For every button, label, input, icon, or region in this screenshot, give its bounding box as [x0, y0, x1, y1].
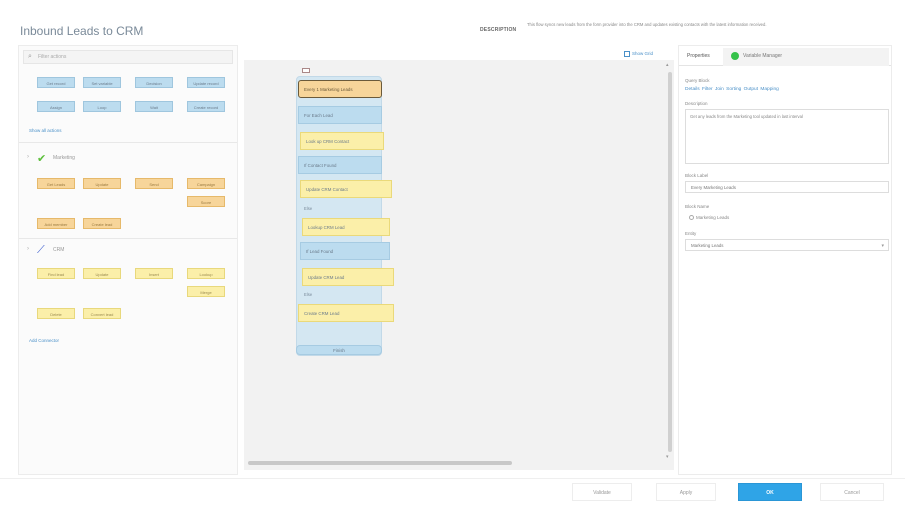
palette-chip[interactable]: Insert — [135, 268, 173, 279]
branch-label: Else — [304, 292, 313, 297]
show-grid-toggle[interactable]: Show Grid — [624, 51, 653, 57]
description-field-label: Description — [685, 101, 708, 106]
flow-node[interactable]: If Lead Found — [300, 242, 390, 260]
palette-chip[interactable]: Lookup — [187, 268, 225, 279]
palette-chip[interactable]: Wait — [135, 101, 173, 112]
chevron-down-icon: ▾ — [881, 243, 884, 249]
palette-chip[interactable]: Find lead — [37, 268, 75, 279]
query-links[interactable]: Details Filter Join Sorting Output Mappi… — [685, 87, 779, 92]
palette-chip[interactable]: Add member — [37, 218, 75, 229]
palette-chip[interactable]: Get Leads — [37, 178, 75, 189]
flow-node[interactable]: Lookup CRM Lead — [302, 218, 390, 236]
tab-properties[interactable]: Properties — [687, 53, 710, 59]
header-bar: Inbound Leads to CRM DESCRIPTION This fl… — [0, 0, 905, 42]
palette-chip[interactable]: Assign — [37, 101, 75, 112]
palette-search[interactable]: ⌕ Filter actions — [23, 50, 233, 64]
cancel-button[interactable]: Cancel — [820, 483, 884, 501]
properties-panel: Properties Variable Manager Query Block … — [678, 45, 892, 475]
radio-icon — [689, 215, 694, 221]
palette-chip[interactable]: Campaign — [187, 178, 225, 189]
checkbox-icon — [624, 51, 630, 57]
flow-node[interactable]: Create CRM Lead — [298, 304, 394, 322]
entity-label: Entity — [685, 231, 697, 236]
palette-chip[interactable]: Loop — [83, 101, 121, 112]
flow-node[interactable]: If Contact Found — [298, 156, 382, 174]
tab-variable-manager[interactable]: Variable Manager — [743, 53, 782, 59]
palette-chip[interactable]: Update — [83, 178, 121, 189]
wand-icon: ⟋ — [37, 244, 45, 256]
palette-chip[interactable]: Get record — [37, 77, 75, 88]
canvas-horizontal-scrollbar[interactable] — [248, 461, 512, 465]
ok-button[interactable]: OK — [738, 483, 802, 501]
start-marker — [302, 68, 310, 73]
palette-chip[interactable]: Score — [187, 196, 225, 207]
flow-node[interactable]: For Each Lead — [298, 106, 382, 124]
panel-tabs: Properties Variable Manager — [679, 46, 891, 66]
flow-node[interactable]: Look up CRM Contact — [300, 132, 384, 150]
scroll-up-icon[interactable]: ▴ — [666, 62, 669, 68]
palette-chip[interactable]: Create lead — [83, 218, 121, 229]
flow-title: Inbound Leads to CRM — [20, 24, 144, 38]
scroll-down-icon[interactable]: ▾ — [666, 454, 669, 460]
entity-select[interactable]: Marketing Leads ▾ — [685, 239, 889, 251]
palette-chip[interactable]: Create record — [187, 101, 225, 112]
entity-value: Marketing Leads — [691, 243, 724, 248]
block-name-radio[interactable]: Marketing Leads — [689, 215, 730, 221]
query-block-label: Query Block — [685, 78, 710, 83]
palette-chip[interactable]: Update record — [187, 77, 225, 88]
palette-chip[interactable]: Delete — [37, 308, 75, 319]
show-grid-label: Show Grid — [632, 51, 654, 57]
block-name-radio-label: Marketing Leads — [696, 215, 730, 220]
palette-chip[interactable]: Send — [135, 178, 173, 189]
add-connector-link[interactable]: Add Connector — [29, 338, 59, 343]
validate-button[interactable]: Validate — [572, 483, 632, 501]
divider — [19, 142, 237, 143]
group-header-marketing[interactable]: › ✔ Marketing — [25, 150, 235, 166]
divider — [19, 238, 237, 239]
block-label-input[interactable]: Every Marketing Leads — [685, 181, 889, 193]
description-label: DESCRIPTION — [480, 27, 517, 33]
status-dot-icon — [731, 52, 739, 60]
palette-chip[interactable]: Convert lead — [83, 308, 121, 319]
apply-button[interactable]: Apply — [656, 483, 716, 501]
flow-finish[interactable]: Finish — [296, 345, 382, 355]
canvas-vertical-scrollbar[interactable] — [668, 72, 672, 452]
description-text[interactable]: This flow syncs new leads from the form … — [527, 22, 837, 28]
palette-chip[interactable]: Set variable — [83, 77, 121, 88]
show-all-actions-link[interactable]: Show all actions — [29, 128, 62, 133]
block-label-label: Block Label — [685, 173, 709, 178]
search-icon: ⌕ — [28, 53, 32, 60]
flow-node[interactable]: Update CRM Lead — [302, 268, 394, 286]
group-name: CRM — [53, 247, 65, 253]
chevron-down-icon: › — [27, 246, 29, 252]
group-header-crm[interactable]: › ⟋ CRM — [25, 242, 235, 258]
action-palette: ⌕ Filter actions Get record Set variable… — [18, 45, 238, 475]
palette-chip[interactable]: Update — [83, 268, 121, 279]
description-textarea[interactable]: Get any leads from the Marketing tool up… — [685, 109, 889, 164]
chevron-down-icon: › — [27, 154, 29, 160]
search-placeholder: Filter actions — [38, 54, 67, 60]
palette-chip[interactable]: Merge — [187, 286, 225, 297]
branch-label: Else — [304, 206, 313, 211]
group-name: Marketing — [53, 155, 75, 161]
canvas-toolbar — [244, 48, 674, 60]
flow-node[interactable]: Update CRM Contact — [300, 180, 392, 198]
checkmark-icon: ✔ — [37, 153, 47, 165]
flow-node-start[interactable]: Every 1 Marketing Leads — [298, 80, 382, 98]
block-name-label: Block Name — [685, 204, 710, 209]
palette-chip[interactable]: Decision — [135, 77, 173, 88]
